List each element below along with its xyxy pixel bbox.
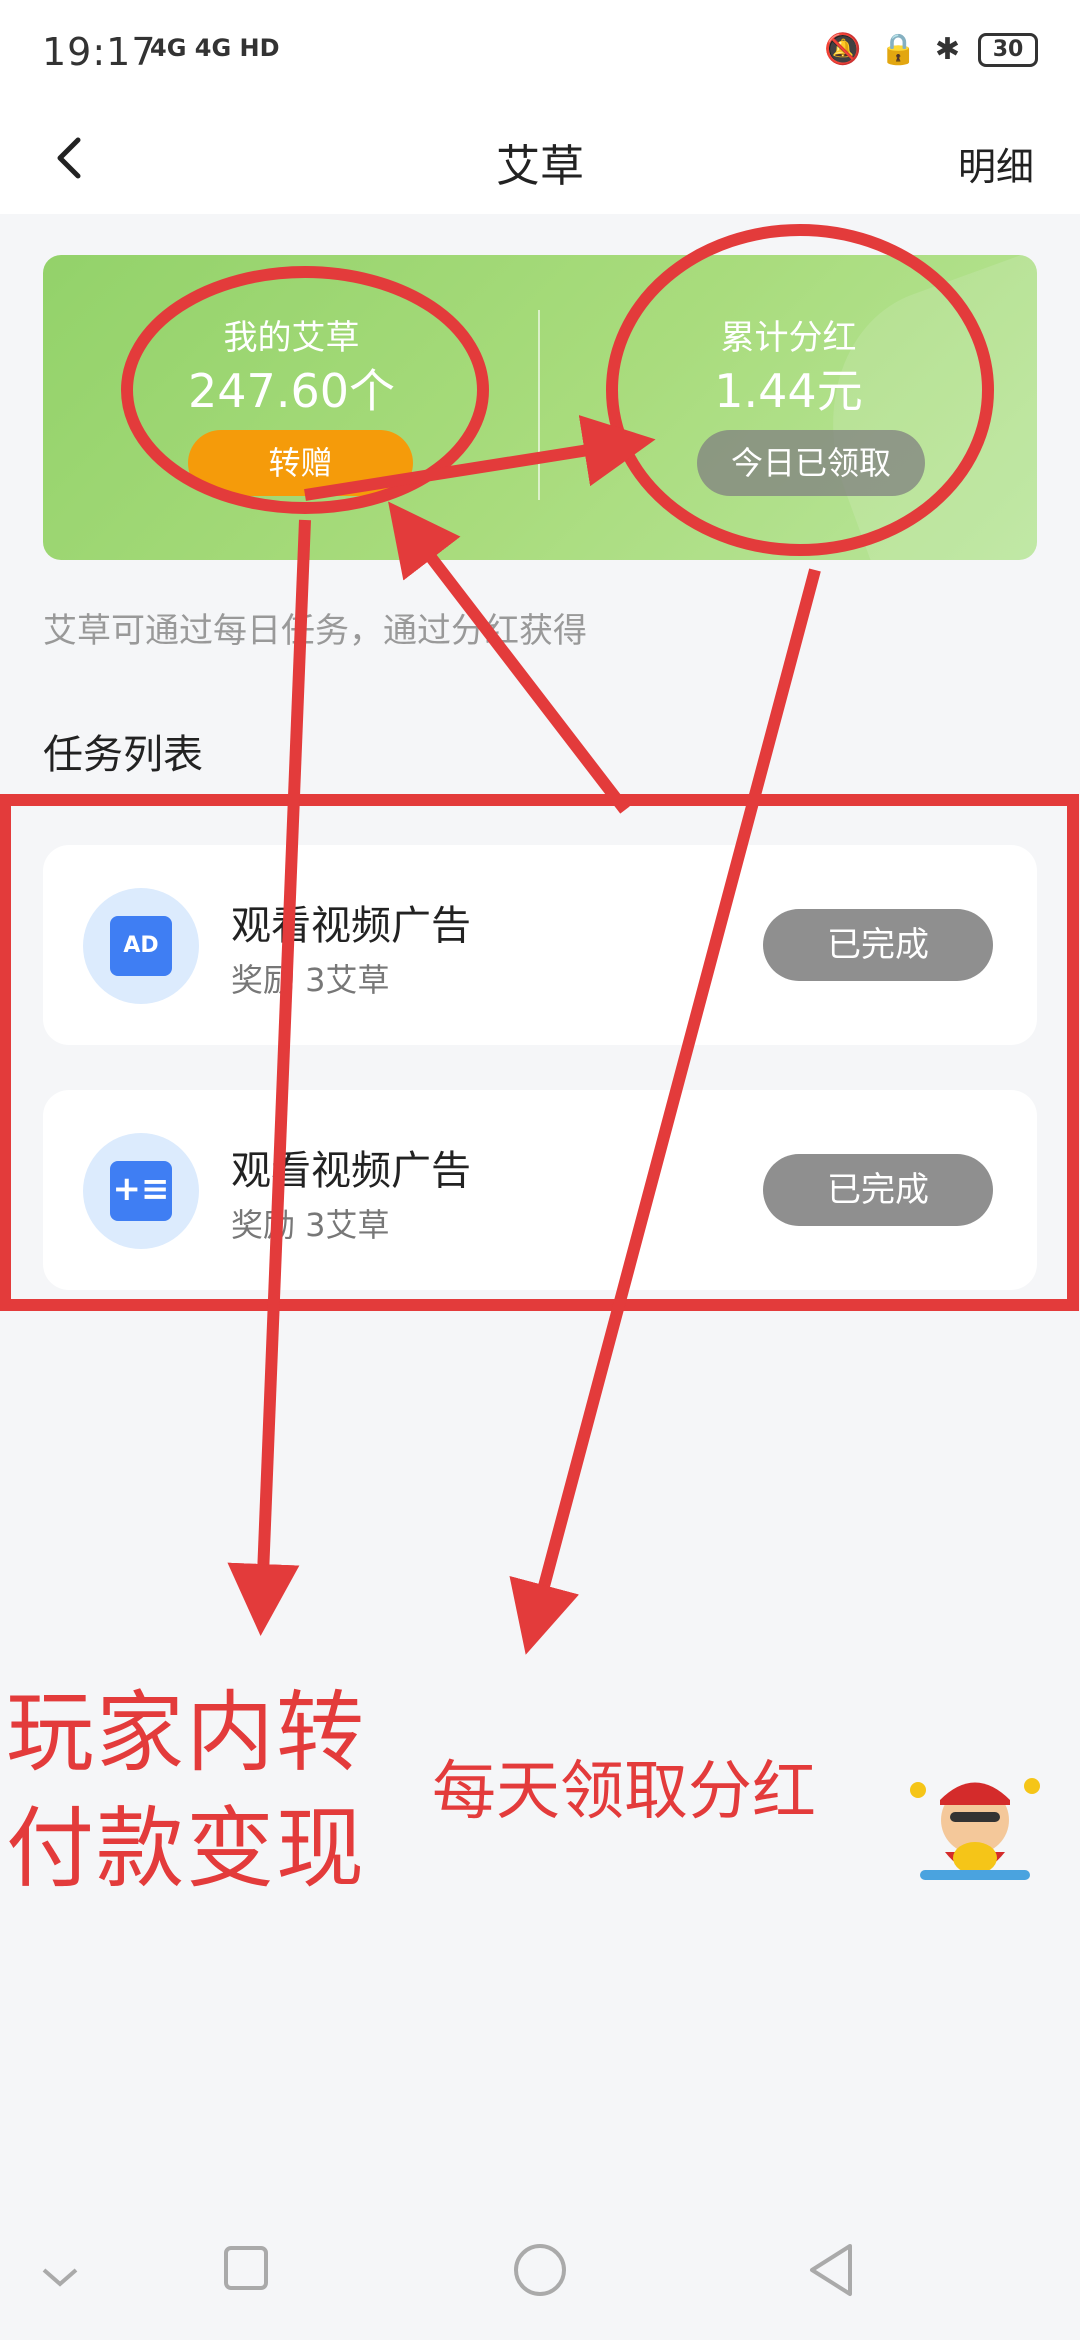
hint-text: 艾草可通过每日任务，通过分红获得	[43, 611, 587, 651]
network-indicator: 4G 4G HD	[150, 34, 280, 62]
task-name: 观看视频广告	[231, 903, 471, 949]
ad-icon-badge: AD	[110, 916, 172, 976]
annotation-left-line2: 付款变现	[6, 1797, 367, 1900]
task-name: 观看视频广告	[231, 1148, 471, 1194]
task-reward: 奖励 3艾草	[231, 961, 390, 999]
detail-link[interactable]: 明细	[958, 136, 1034, 191]
bluetooth-icon: ✱	[934, 32, 960, 67]
task-item: +≡ 观看视频广告 奖励 3艾草 已完成	[43, 1090, 1037, 1290]
status-bar: 19:17 4G 4G HD 🔕 🔒 ✱ 30	[0, 0, 1080, 110]
back-triangle-icon[interactable]	[806, 2242, 856, 2302]
dividend-label: 累计分红	[720, 318, 857, 358]
ad-icon: AD	[83, 888, 199, 1004]
task-reward: 奖励 3艾草	[231, 1206, 390, 1244]
lock-icon: 🔒	[879, 32, 917, 67]
battery-icon: 30	[978, 32, 1038, 67]
my-herb-value: 247.60个	[188, 364, 395, 418]
annotation-left-line1: 玩家内转	[6, 1681, 367, 1784]
system-nav-bar	[0, 2210, 1080, 2340]
claimed-button: 今日已领取	[697, 430, 925, 496]
task-list-icon-badge: +≡	[110, 1161, 172, 1221]
task-item: AD 观看视频广告 奖励 3艾草 已完成	[43, 845, 1037, 1045]
arrow-down-left	[227, 519, 311, 1636]
status-icons: 🔕 🔒 ✱ 30	[824, 32, 1038, 67]
transfer-button[interactable]: 转赠	[188, 430, 413, 496]
page-title: 艾草	[496, 141, 584, 192]
summary-card: 我的艾草 247.60个 转赠 累计分红 1.44元 今日已领取	[43, 255, 1037, 560]
task-status-button[interactable]: 已完成	[763, 1154, 993, 1226]
silent-icon: 🔕	[824, 32, 862, 67]
header: 艾草 明细	[0, 110, 1080, 214]
my-herb-label: 我的艾草	[223, 318, 360, 358]
dividend-value: 1.44元	[714, 364, 863, 418]
status-time: 19:17	[42, 30, 157, 74]
task-section-title: 任务列表	[43, 732, 203, 778]
mascot-sticker-icon	[910, 1778, 1040, 1880]
annotation-right: 每天领取分红	[432, 1755, 816, 1829]
chevron-down-icon[interactable]	[40, 2262, 80, 2296]
annotation-left: 玩家内转 付款变现	[6, 1675, 366, 1907]
recent-apps-icon[interactable]	[222, 2244, 270, 2296]
task-status-button[interactable]: 已完成	[763, 909, 993, 981]
home-icon[interactable]	[512, 2242, 568, 2302]
dividend-section: 累计分红 1.44元 今日已领取	[540, 255, 1037, 560]
task-list-icon: +≡	[83, 1133, 199, 1249]
my-herb-section: 我的艾草 247.60个 转赠	[43, 255, 540, 560]
arrow-to-transfer	[388, 501, 630, 814]
